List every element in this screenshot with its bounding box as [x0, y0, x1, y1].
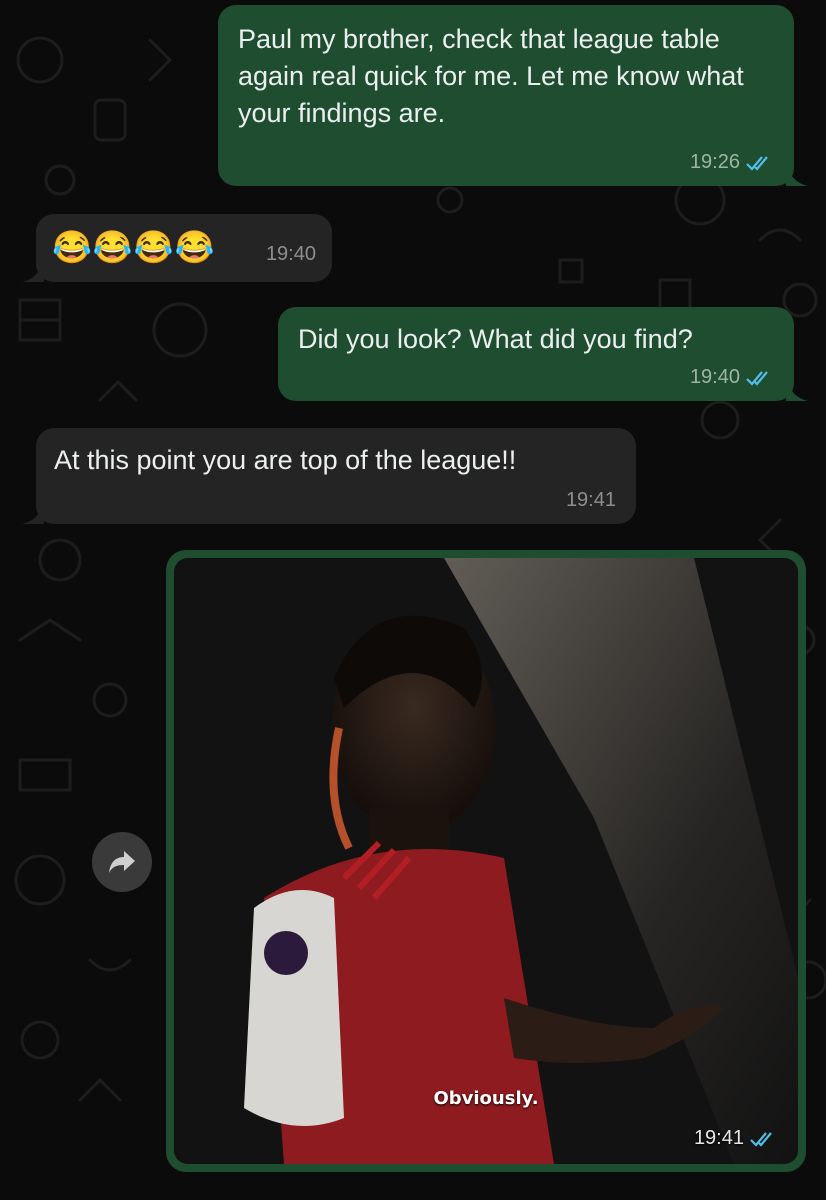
message-time: 19:40: [265, 243, 316, 265]
read-receipt-icon: [746, 155, 768, 171]
outgoing-message[interactable]: Did you look? What did you find? 19:40: [278, 307, 794, 401]
outgoing-message[interactable]: Paul my brother, check that league table…: [218, 5, 794, 186]
message-meta: 19:40: [266, 243, 316, 266]
message-time: 19:41: [565, 489, 616, 511]
message-meta: 19:26: [690, 151, 772, 174]
player-photo: [174, 558, 798, 1164]
message-time: 19:26: [689, 151, 740, 173]
read-receipt-icon: [746, 370, 768, 386]
bubble-tail: [22, 258, 44, 282]
message-text: Paul my brother, check that league table…: [238, 24, 744, 128]
message-time: 19:41: [693, 1127, 744, 1149]
forward-arrow-icon: [109, 851, 135, 873]
media-message[interactable]: Obviously. 19:41: [166, 550, 806, 1172]
bubble-tail: [786, 377, 808, 401]
message-meta: 19:41: [694, 1127, 776, 1150]
bubble-tail: [786, 162, 808, 186]
message-text: Did you look? What did you find?: [298, 324, 693, 354]
incoming-message[interactable]: 😂😂😂😂 19:40: [36, 214, 332, 282]
incoming-message[interactable]: At this point you are top of the league!…: [36, 428, 636, 524]
message-time: 19:40: [689, 366, 740, 388]
media-image[interactable]: Obviously. 19:41: [174, 558, 798, 1164]
read-receipt-icon: [750, 1131, 772, 1147]
bubble-tail: [22, 500, 44, 524]
forward-button[interactable]: [92, 832, 152, 892]
message-meta: 19:40: [690, 366, 772, 389]
message-meta: 19:41: [566, 489, 616, 512]
media-caption: Obviously.: [433, 1088, 539, 1109]
message-text: At this point you are top of the league!…: [54, 445, 517, 475]
